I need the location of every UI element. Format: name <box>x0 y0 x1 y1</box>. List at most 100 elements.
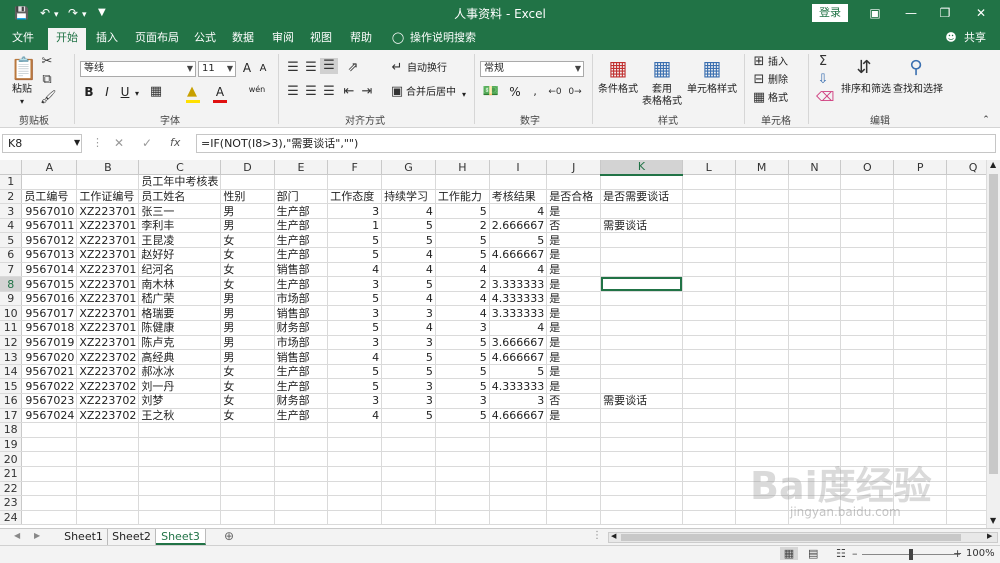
phonetic-guide-button[interactable]: wén <box>246 84 268 96</box>
row-header[interactable]: 9 <box>0 291 23 307</box>
cell[interactable] <box>893 247 948 263</box>
cell[interactable]: 女 <box>220 262 275 278</box>
close-icon[interactable]: ✕ <box>966 3 996 23</box>
cell[interactable] <box>138 481 222 497</box>
cell[interactable]: 5 <box>435 349 490 365</box>
cell[interactable]: 5 <box>327 232 383 249</box>
cell[interactable] <box>220 466 275 482</box>
cell[interactable]: XZ223701 <box>76 335 140 351</box>
cell[interactable] <box>327 174 383 190</box>
cell[interactable]: 3 <box>489 393 548 409</box>
cell[interactable]: 9567019 <box>21 335 78 351</box>
cell[interactable]: XZ223701 <box>76 203 140 219</box>
cell[interactable]: 3 <box>381 335 436 351</box>
cell[interactable] <box>489 510 548 526</box>
cell[interactable]: 女 <box>220 276 275 292</box>
cell[interactable]: 是 <box>546 305 602 322</box>
cell[interactable] <box>138 422 222 438</box>
cell[interactable]: 2 <box>435 218 490 234</box>
cell[interactable]: 4.333333 <box>489 378 548 394</box>
tab-insert[interactable]: 插入 <box>90 26 124 50</box>
cell[interactable] <box>546 437 602 453</box>
cell[interactable]: 4 <box>327 262 383 278</box>
cell[interactable] <box>600 291 683 307</box>
cell[interactable] <box>274 174 329 190</box>
cell[interactable] <box>893 510 948 526</box>
cell[interactable] <box>682 495 736 511</box>
cell[interactable]: 员工年中考核表 <box>138 174 222 190</box>
cell[interactable] <box>489 174 548 190</box>
cell[interactable] <box>327 451 383 467</box>
cell[interactable]: 9567013 <box>21 247 78 263</box>
row-header[interactable]: 18 <box>0 422 23 438</box>
cell[interactable]: XZ223702 <box>76 393 140 409</box>
cell[interactable] <box>840 247 895 263</box>
cell[interactable] <box>435 422 490 438</box>
row-header[interactable]: 1 <box>0 174 23 190</box>
cell[interactable] <box>788 305 842 322</box>
cell[interactable] <box>546 174 602 190</box>
cell[interactable]: 3 <box>435 320 490 336</box>
cell[interactable] <box>600 437 683 453</box>
cell[interactable]: 5 <box>489 232 548 249</box>
cell[interactable]: 是 <box>546 203 602 219</box>
cell[interactable]: 3.333333 <box>489 305 548 322</box>
cell[interactable] <box>893 349 948 365</box>
cell[interactable] <box>21 422 78 438</box>
accounting-format-icon[interactable]: 💵 <box>482 84 500 100</box>
cell[interactable] <box>788 262 842 278</box>
cell[interactable] <box>682 408 736 424</box>
row-header[interactable]: 8 <box>0 276 23 292</box>
cell[interactable]: 3 <box>327 335 383 351</box>
column-header[interactable]: N <box>788 160 842 176</box>
cell[interactable] <box>840 437 895 453</box>
cell[interactable]: 5 <box>435 378 490 394</box>
decrease-font-button[interactable]: A <box>256 63 270 75</box>
undo-icon[interactable]: ↶ <box>40 5 50 21</box>
cell[interactable] <box>682 466 736 482</box>
cell[interactable]: 持续学习 <box>381 189 436 205</box>
cell[interactable] <box>735 378 789 394</box>
cell[interactable] <box>546 466 602 482</box>
cell[interactable]: 是否合格 <box>546 189 602 205</box>
cell[interactable] <box>682 305 736 322</box>
cell[interactable]: 3 <box>327 276 383 292</box>
merge-center-button[interactable]: 合并后居中 <box>404 87 458 99</box>
cell[interactable] <box>788 335 842 351</box>
column-header[interactable]: K <box>600 160 683 176</box>
cell[interactable] <box>489 495 548 511</box>
paste-dropdown-icon[interactable]: ▾ <box>14 96 30 108</box>
cell[interactable]: 9567014 <box>21 262 78 278</box>
cell[interactable]: 9567015 <box>21 276 78 292</box>
insert-function-button[interactable]: fx <box>170 136 180 149</box>
cell[interactable]: 4 <box>327 408 383 424</box>
cell[interactable] <box>274 481 329 497</box>
cell[interactable] <box>138 495 222 511</box>
cell[interactable] <box>21 437 78 453</box>
cell[interactable] <box>76 495 140 511</box>
cell[interactable]: 员工编号 <box>21 189 78 205</box>
cell[interactable] <box>735 203 789 219</box>
cell[interactable]: 南木林 <box>138 276 222 292</box>
cell[interactable] <box>381 510 436 526</box>
cell[interactable]: 5 <box>435 364 490 380</box>
cell[interactable] <box>735 437 789 453</box>
cell[interactable]: 4.333333 <box>489 291 548 307</box>
cell[interactable] <box>840 422 895 438</box>
cell[interactable]: 4 <box>381 291 436 307</box>
cell[interactable] <box>840 305 895 322</box>
cell[interactable]: 9567010 <box>21 203 78 219</box>
zoom-level[interactable]: 100% <box>966 548 995 559</box>
cell[interactable]: 财务部 <box>274 393 329 409</box>
cell[interactable]: 工作证编号 <box>76 189 140 205</box>
cell[interactable]: 5 <box>327 291 383 307</box>
cell[interactable]: 生产部 <box>274 378 329 394</box>
sort-filter-button[interactable]: 排序和筛选 <box>840 84 892 96</box>
name-box-dropdown-icon[interactable]: ▼ <box>74 138 80 147</box>
cell[interactable] <box>788 189 842 205</box>
cell[interactable]: 5 <box>381 349 436 365</box>
cell[interactable]: 5 <box>327 378 383 394</box>
cell[interactable]: XZ223702 <box>76 364 140 380</box>
cell[interactable]: 生产部 <box>274 247 329 263</box>
cell[interactable]: 9567021 <box>21 364 78 380</box>
